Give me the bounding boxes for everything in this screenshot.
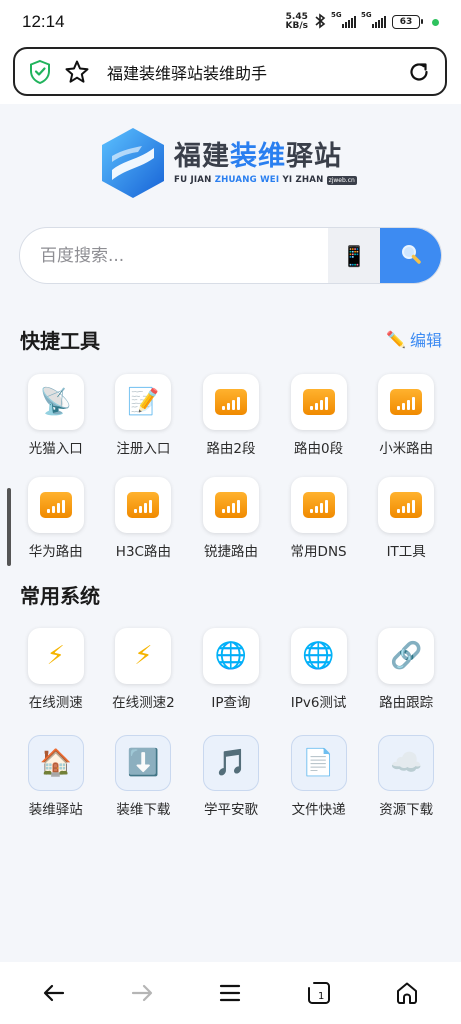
browser-toolbar: 福建装维驿站装维助手 bbox=[0, 44, 461, 104]
tabs-icon: 1 bbox=[307, 982, 330, 1004]
pencil-icon: ✏️ bbox=[386, 329, 406, 349]
system-download[interactable]: ⬇️ 装维下载 bbox=[100, 735, 188, 818]
browser-bottom-nav: 1 bbox=[0, 962, 461, 1024]
tool-it-tools[interactable]: IT工具 bbox=[362, 477, 450, 560]
tool-huawei-router[interactable]: 华为路由 bbox=[12, 477, 100, 560]
system-file-express[interactable]: 📄 文件快递 bbox=[275, 735, 363, 818]
tool-ruijie-router[interactable]: 锐捷路由 bbox=[187, 477, 275, 560]
music-note-icon: 🎵 bbox=[214, 748, 248, 778]
signal-bars-icon bbox=[39, 492, 72, 518]
globe-icon: 🌐 bbox=[302, 641, 335, 671]
tool-modem-entry[interactable]: 📡 光猫入口 bbox=[12, 374, 100, 457]
system-ip-lookup[interactable]: 🌐 IP查询 bbox=[187, 628, 275, 711]
back-arrow-icon bbox=[43, 984, 65, 1002]
logo-wordmark: 福建装维驿站 FU JIAN ZHUANG WEI YI ZHAN zjweb.… bbox=[174, 141, 357, 185]
home-button[interactable] bbox=[385, 971, 429, 1015]
mobile-phone-icon[interactable]: 📱 bbox=[328, 228, 380, 283]
home-icon bbox=[396, 982, 417, 1004]
logo-hexagon-icon bbox=[102, 128, 164, 198]
address-bar[interactable]: 福建装维驿站装维助手 bbox=[13, 47, 447, 96]
back-button[interactable] bbox=[32, 971, 76, 1015]
signal-bars-icon bbox=[302, 492, 335, 518]
house-icon: 🏠 bbox=[39, 748, 72, 778]
bookmark-star-icon[interactable] bbox=[63, 58, 91, 86]
search-bar: 📱 bbox=[19, 227, 442, 284]
lightning-icon: ⚡ bbox=[46, 641, 65, 671]
tabs-button[interactable]: 1 bbox=[297, 971, 341, 1015]
system-traceroute[interactable]: 🔗 路由跟踪 bbox=[362, 628, 450, 711]
forward-button[interactable] bbox=[120, 971, 164, 1015]
cloud-icon: ☁️ bbox=[390, 748, 423, 778]
tool-h3c-router[interactable]: H3C路由 bbox=[100, 477, 188, 560]
system-speed-test[interactable]: ⚡ 在线测速 bbox=[12, 628, 100, 711]
battery-icon: 63 bbox=[392, 15, 423, 29]
signal-icon-2: 5G bbox=[361, 11, 386, 28]
forward-arrow-icon bbox=[132, 984, 153, 1002]
satellite-dish-icon: 📡 bbox=[39, 387, 72, 417]
edit-button[interactable]: ✏️ 编辑 bbox=[386, 327, 442, 351]
signal-bars-icon bbox=[390, 492, 423, 518]
common-systems-title: 常用系统 bbox=[20, 584, 100, 608]
document-icon: 📄 bbox=[302, 748, 335, 778]
common-systems-grid: ⚡ 在线测速 ⚡ 在线测速2 🌐 IP查询 🌐 IPv6测试 🔗 路由跟踪 🏠 … bbox=[12, 628, 450, 818]
tool-router-0[interactable]: 路由0段 bbox=[275, 374, 363, 457]
signal-icon: 5G bbox=[331, 11, 356, 28]
lightning-icon: ⚡ bbox=[134, 641, 153, 671]
quick-tools-title: 快捷工具 bbox=[20, 329, 100, 353]
memo-icon: 📝 bbox=[127, 387, 160, 417]
system-resource-download[interactable]: ☁️ 资源下载 bbox=[362, 735, 450, 818]
system-ipv6-test[interactable]: 🌐 IPv6测试 bbox=[275, 628, 363, 711]
globe-icon: 🌐 bbox=[214, 641, 248, 671]
network-speed: 5.45 KB/s bbox=[285, 12, 308, 31]
scroll-indicator[interactable] bbox=[7, 488, 11, 566]
signal-bars-icon bbox=[302, 389, 335, 415]
system-speed-test-2[interactable]: ⚡ 在线测速2 bbox=[100, 628, 188, 711]
privacy-indicator-dot bbox=[432, 18, 439, 26]
reload-icon[interactable] bbox=[405, 58, 433, 86]
signal-bars-icon bbox=[214, 492, 247, 518]
signal-bars-icon bbox=[127, 492, 160, 518]
download-arrow-icon: ⬇️ bbox=[127, 748, 160, 778]
link-icon: 🔗 bbox=[390, 641, 423, 671]
menu-icon bbox=[220, 984, 241, 1002]
bluetooth-icon bbox=[314, 12, 326, 32]
search-icon bbox=[400, 243, 422, 269]
shield-icon[interactable] bbox=[27, 59, 53, 85]
page-title[interactable]: 福建装维驿站装维助手 bbox=[107, 60, 405, 84]
status-bar: 12:14 5.45 KB/s 5G 5G 63 bbox=[0, 0, 461, 44]
system-home[interactable]: 🏠 装维驿站 bbox=[12, 735, 100, 818]
status-time: 12:14 bbox=[22, 12, 65, 31]
system-safety-song[interactable]: 🎵 学平安歌 bbox=[187, 735, 275, 818]
signal-bars-icon bbox=[214, 389, 247, 415]
tool-router-2[interactable]: 路由2段 bbox=[187, 374, 275, 457]
search-input[interactable] bbox=[20, 228, 328, 283]
svg-text:1: 1 bbox=[318, 991, 324, 1002]
status-icons: 5.45 KB/s 5G 5G 63 bbox=[285, 11, 439, 32]
tool-common-dns[interactable]: 常用DNS bbox=[275, 477, 363, 560]
tool-xiaomi-router[interactable]: 小米路由 bbox=[362, 374, 450, 457]
search-button[interactable] bbox=[380, 228, 441, 283]
tool-register-entry[interactable]: 📝 注册入口 bbox=[100, 374, 188, 457]
site-logo[interactable]: 福建装维驿站 FU JIAN ZHUANG WEI YI ZHAN zjweb.… bbox=[98, 126, 363, 200]
signal-bars-icon bbox=[390, 389, 423, 415]
quick-tools-grid: 📡 光猫入口 📝 注册入口 路由2段 路由0段 小米路由 华为路由 H3C路由 … bbox=[12, 374, 450, 560]
menu-button[interactable] bbox=[208, 971, 252, 1015]
